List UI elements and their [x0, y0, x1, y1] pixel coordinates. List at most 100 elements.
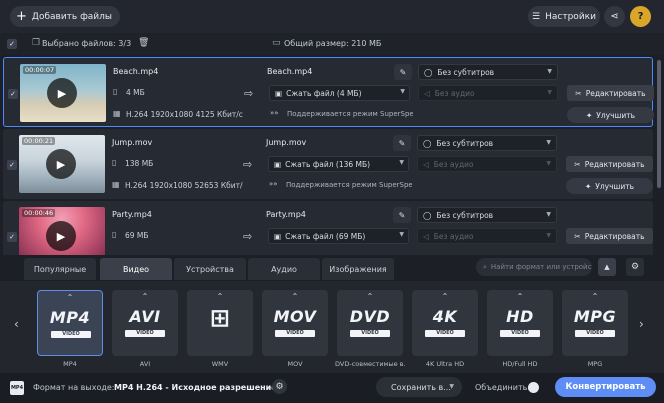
add-files-label: Добавить файлы: [31, 11, 112, 22]
enhance-button[interactable]: ✦ Улучшить: [567, 107, 654, 123]
join-label: Объединить:: [475, 383, 531, 392]
chevron-up-icon: ⌃: [141, 292, 149, 301]
select-all-checkbox[interactable]: ✓: [7, 39, 17, 49]
format-logo: MP4: [49, 308, 91, 327]
tab-popular[interactable]: Популярные: [24, 258, 96, 280]
file-row[interactable]: ✓ 00:00:46 ▶ Party.mp4 ▯ 69 МБ ⇨ Party.m…: [3, 201, 653, 255]
chevron-down-icon: ▼: [547, 68, 552, 75]
subtitles-dropdown[interactable]: ◯ Без субтитров ▼: [417, 207, 557, 223]
convert-arrow-icon: ⇨: [243, 230, 253, 243]
save-to-button[interactable]: Сохранить в... ▼: [376, 377, 462, 397]
format-gallery: ‹ › ⌃ MP4 VIDEO MP4 ⌃ AVI VIDEO AVI ⌃ ⊞ …: [0, 281, 664, 373]
play-icon[interactable]: ▶: [46, 149, 76, 179]
share-button[interactable]: ⋖: [604, 6, 625, 27]
compress-icon: ▣: [275, 88, 283, 98]
tab-video[interactable]: Видео: [100, 258, 172, 280]
compress-dropdown[interactable]: ▣ Сжать файл (4 МБ) ▼: [269, 85, 410, 101]
format-label: MPG: [587, 360, 603, 368]
help-button[interactable]: ?: [630, 6, 651, 27]
compress-dropdown[interactable]: ▣ Сжать файл (69 МБ) ▼: [268, 228, 409, 244]
file-row[interactable]: ✓ 00:00:21 ▶ Jump.mov ▯ 138 МБ ▦ H.264 1…: [3, 129, 653, 199]
top-toolbar: + Добавить файлы ☰ Настройки ⋖ ?: [0, 0, 664, 33]
file-checkbox[interactable]: ✓: [7, 160, 17, 170]
add-files-button[interactable]: + Добавить файлы: [10, 6, 120, 27]
video-thumbnail[interactable]: 00:00:21 ▶: [19, 135, 105, 193]
speech-bubble-icon: ◯: [423, 210, 432, 220]
chevron-down-icon: ▼: [546, 160, 551, 167]
format-logo: AVI: [129, 307, 161, 326]
superspeed-label: Поддерживается режим SuperSpeed: [286, 181, 412, 189]
save-label: Сохранить в...: [391, 382, 451, 392]
chevron-down-icon: ▼: [399, 159, 404, 166]
collapse-formats-button[interactable]: ▲: [598, 258, 616, 276]
pencil-icon: ✎: [398, 138, 406, 148]
files-icon: ❐: [32, 38, 41, 48]
compress-dropdown[interactable]: ▣ Сжать файл (136 МБ) ▼: [268, 156, 409, 172]
format-settings-button[interactable]: ⚙: [626, 258, 644, 276]
edit-button[interactable]: ✂ Редактировать: [566, 228, 653, 244]
rename-button[interactable]: ✎: [393, 135, 411, 151]
document-icon: ▭: [272, 38, 281, 48]
format-badge: VIDEO: [51, 331, 91, 338]
chevron-down-icon: ▼: [546, 139, 551, 146]
file-checkbox[interactable]: ✓: [8, 89, 18, 99]
chevron-down-icon: ▼: [546, 211, 551, 218]
format-4k[interactable]: ⌃ 4K VIDEO: [412, 290, 478, 356]
format-mov[interactable]: ⌃ MOV VIDEO: [262, 290, 328, 356]
subtitles-dropdown[interactable]: ◯ Без субтитров ▼: [417, 135, 557, 151]
enhance-button[interactable]: ✦ Улучшить: [566, 178, 653, 194]
rename-button[interactable]: ✎: [393, 207, 411, 223]
chevron-right-icon[interactable]: ›: [639, 317, 644, 331]
tab-images[interactable]: Изображения: [322, 258, 394, 280]
file-size: 69 МБ: [125, 231, 149, 240]
subtitles-dropdown[interactable]: ◯ Без субтитров ▼: [418, 64, 558, 80]
file-list-scrollbar[interactable]: [657, 60, 661, 188]
format-label: AVI: [139, 360, 151, 368]
format-badge: VIDEO: [425, 330, 465, 337]
tab-audio[interactable]: Аудио: [248, 258, 320, 280]
file-row[interactable]: ✓ 00:00:07 ▶ Beach.mp4 ▯ 4 МБ ▦ H.264 19…: [3, 57, 654, 127]
tools-icon: ✂: [574, 231, 581, 241]
play-icon[interactable]: ▶: [46, 221, 76, 251]
format-search-input[interactable]: ⌕ Найти формат или устройство...: [476, 258, 592, 276]
join-toggle[interactable]: [528, 382, 539, 393]
compress-icon: ▣: [274, 231, 282, 241]
trash-icon[interactable]: 🗑: [138, 38, 149, 48]
tab-devices[interactable]: Устройства: [174, 258, 246, 280]
edit-button[interactable]: ✂ Редактировать: [567, 85, 654, 101]
file-name: Beach.mp4: [113, 67, 159, 76]
edit-button[interactable]: ✂ Редактировать: [566, 156, 653, 172]
compress-label: Сжать файл (69 МБ): [285, 231, 366, 241]
convert-button[interactable]: Конвертировать: [555, 377, 656, 397]
audio-dropdown[interactable]: ◁ Без аудио ▼: [417, 228, 557, 244]
total-size: Общий размер: 210 МБ: [284, 39, 382, 48]
audio-dropdown[interactable]: ◁ Без аудио ▼: [418, 85, 558, 101]
video-thumbnail[interactable]: 00:00:46 ▶: [19, 207, 105, 255]
format-dvd[interactable]: ⌃ DVD VIDEO: [337, 290, 403, 356]
output-format-value[interactable]: MP4 H.264 - Исходное разрешение: [114, 383, 277, 392]
play-icon[interactable]: ▶: [47, 78, 77, 108]
enhance-label: Улучшить: [595, 181, 635, 191]
format-wmv[interactable]: ⌃ ⊞: [187, 290, 253, 356]
rename-button[interactable]: ✎: [394, 64, 412, 80]
format-avi[interactable]: ⌃ AVI VIDEO: [112, 290, 178, 356]
plus-icon: +: [16, 9, 27, 24]
chevron-down-icon: ▼: [449, 383, 454, 390]
compress-icon: ▣: [274, 159, 282, 169]
file-checkbox[interactable]: ✓: [7, 232, 17, 242]
format-hd[interactable]: ⌃ HD VIDEO: [487, 290, 553, 356]
settings-button[interactable]: ☰ Настройки: [528, 6, 600, 27]
output-file-name: Beach.mp4: [267, 67, 313, 76]
video-thumbnail[interactable]: 00:00:07 ▶: [20, 64, 106, 122]
format-mpg[interactable]: ⌃ MPG VIDEO: [562, 290, 628, 356]
chevron-up-icon: ⌃: [291, 292, 299, 301]
file-name: Party.mp4: [112, 210, 152, 219]
format-badge: VIDEO: [125, 330, 165, 337]
selected-count: Выбрано файлов: 3/3: [42, 39, 132, 48]
subtitles-label: Без субтитров: [436, 210, 494, 220]
pencil-icon: ✎: [398, 210, 406, 220]
output-settings-button[interactable]: ⚙: [272, 379, 287, 394]
audio-dropdown[interactable]: ◁ Без аудио ▼: [417, 156, 557, 172]
chevron-left-icon[interactable]: ‹: [14, 317, 19, 331]
format-mp4[interactable]: ⌃ MP4 VIDEO: [37, 290, 103, 356]
